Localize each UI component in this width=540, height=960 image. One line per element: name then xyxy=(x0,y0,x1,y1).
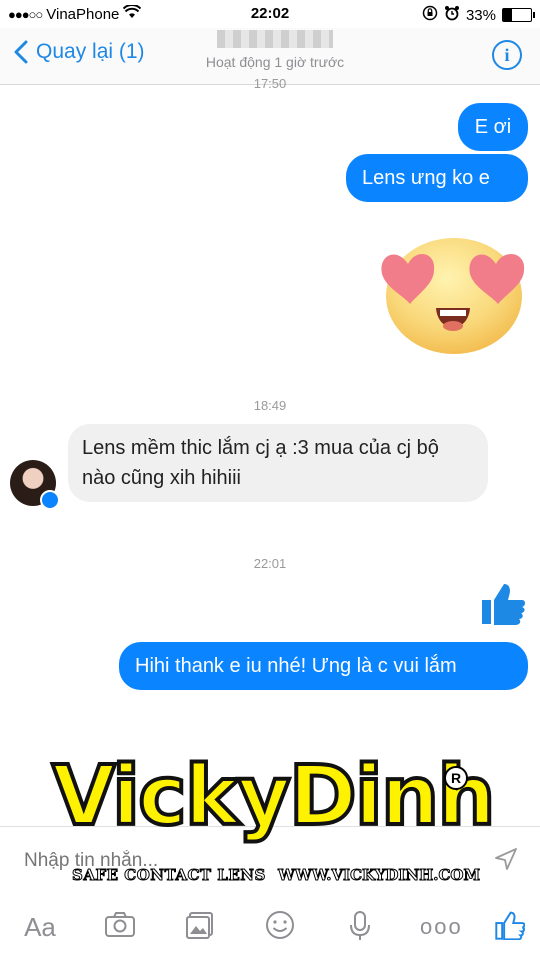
battery-icon xyxy=(502,8,535,22)
text-format-button[interactable]: Aa xyxy=(20,910,60,944)
voice-button[interactable] xyxy=(340,910,380,944)
message-outgoing[interactable]: E ơi xyxy=(458,103,528,151)
watermark-tagline: SAFE CONTACT LENS xyxy=(72,866,266,885)
info-icon: i xyxy=(504,45,510,65)
camera-icon xyxy=(105,912,135,937)
conversation-header[interactable]: Hoạt động 1 giờ trước xyxy=(200,28,350,70)
messenger-badge-icon xyxy=(40,490,60,510)
like-button[interactable] xyxy=(490,910,530,944)
back-label: Quay lại (1) xyxy=(36,40,145,63)
battery-percent: 33% xyxy=(465,6,496,24)
message-outgoing[interactable]: Lens ưng ko e xyxy=(346,154,528,202)
chevron-left-icon xyxy=(14,40,28,64)
photos-button[interactable] xyxy=(180,910,220,944)
thumbs-up-icon xyxy=(495,911,526,941)
contact-name-blurred xyxy=(217,30,333,48)
timestamp-mid: 18:49 xyxy=(253,398,287,413)
message-outgoing[interactable]: Hihi thank e iu nhé! Ưng là c vui lắm xyxy=(119,642,528,690)
orientation-lock-icon xyxy=(422,5,438,25)
watermark-url: WWW.VICKYDINH.COM xyxy=(277,866,481,885)
thumbs-up-icon[interactable] xyxy=(480,580,526,626)
status-bar: ●●●○○ VinaPhone 22:02 33% xyxy=(0,0,540,28)
composer-toolbar: Aa ooo xyxy=(0,892,540,960)
smiley-icon xyxy=(266,911,294,939)
timestamp-top: 17:50 xyxy=(253,76,287,91)
microphone-icon xyxy=(350,911,370,940)
send-icon[interactable] xyxy=(494,847,518,871)
more-button[interactable]: ooo xyxy=(420,910,461,944)
activity-status: Hoạt động 1 giờ trước xyxy=(205,54,345,70)
info-button[interactable]: i xyxy=(492,40,522,70)
status-right: 33% xyxy=(422,5,535,25)
photo-icon xyxy=(186,912,213,939)
vickydinh-watermark: VickyDinh R SAFE CONTACT LENS WWW.VICKYD… xyxy=(50,749,498,888)
heart-eyes-emoji[interactable] xyxy=(378,234,526,356)
watermark-brand: VickyDinh xyxy=(50,749,498,844)
registered-mark: R xyxy=(444,766,468,790)
back-button[interactable]: Quay lại (1) xyxy=(14,40,145,64)
camera-button[interactable] xyxy=(100,910,140,944)
stickers-button[interactable] xyxy=(260,910,300,944)
timestamp-late: 22:01 xyxy=(253,556,287,571)
alarm-icon xyxy=(444,5,460,25)
message-incoming[interactable]: Lens mềm thic lắm cj ạ :3 mua của cj bộ … xyxy=(68,424,488,502)
